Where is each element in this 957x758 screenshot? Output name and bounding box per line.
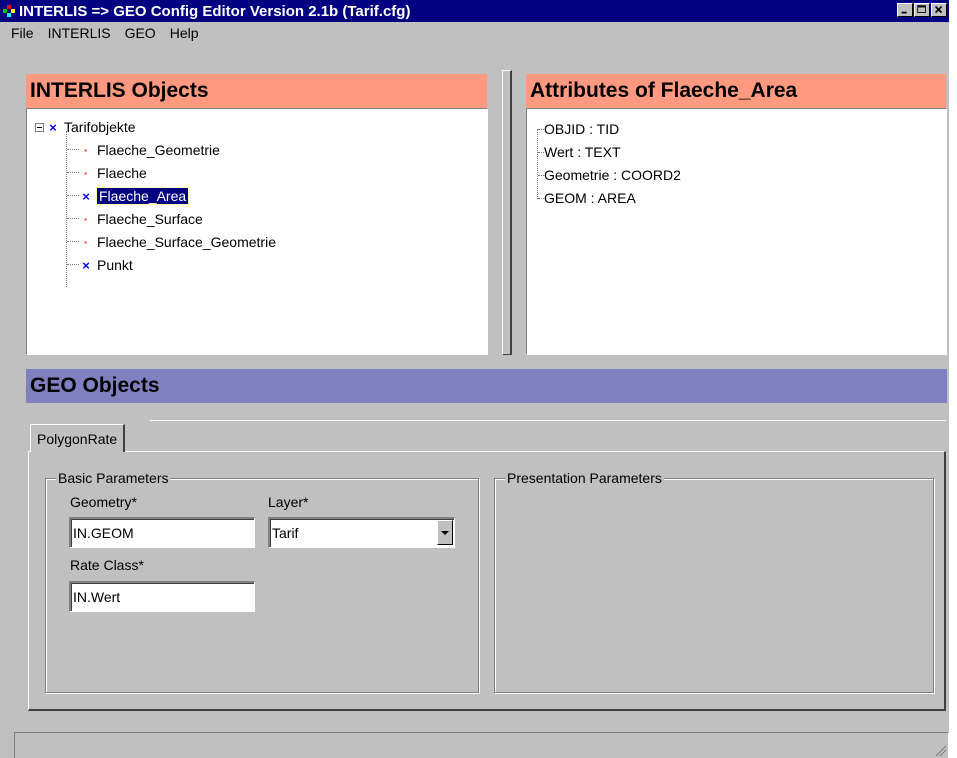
- attribute-item[interactable]: GEOM : AREA: [544, 188, 636, 208]
- attributes-list[interactable]: OBJID : TID Wert : TEXT Geometrie : COOR…: [526, 108, 947, 355]
- tree-node-label: Flaeche: [97, 165, 147, 181]
- tree-node-label: Punkt: [97, 257, 133, 273]
- object-x-icon: ×: [49, 119, 57, 135]
- app-icon: [3, 5, 17, 17]
- tab-panel: Basic Parameters Geometry* IN.GEOM Layer…: [28, 451, 946, 711]
- object-x-icon: ×: [82, 257, 90, 273]
- status-bar: [14, 732, 949, 758]
- tree-node-punkt[interactable]: × Punkt: [81, 255, 133, 275]
- window-controls: [896, 3, 947, 17]
- object-dot-icon: ·: [83, 211, 89, 227]
- geometry-label: Geometry*: [70, 494, 137, 510]
- window-title: INTERLIS => GEO Config Editor Version 2.…: [19, 2, 411, 20]
- tree-connector: [67, 264, 79, 265]
- geometry-field[interactable]: IN.GEOM: [69, 517, 255, 548]
- minimize-button[interactable]: [897, 3, 913, 17]
- interlis-objects-tree[interactable]: × Tarifobjekte · Flaeche_Geometrie · Fla…: [26, 108, 488, 355]
- object-x-icon: ×: [82, 188, 90, 204]
- maximize-icon: [917, 5, 926, 13]
- geo-objects-header: GEO Objects: [26, 369, 947, 403]
- interlis-objects-title: INTERLIS Objects: [30, 79, 209, 102]
- attributes-header: Attributes of Flaeche_Area: [526, 74, 946, 108]
- tree-connector: [537, 129, 538, 199]
- rate-class-field[interactable]: IN.Wert: [69, 581, 255, 612]
- attribute-item[interactable]: Geometrie : COORD2: [544, 165, 681, 185]
- chevron-down-icon[interactable]: [437, 520, 453, 545]
- tree-node-label: Flaeche_Geometrie: [97, 142, 220, 158]
- pane-splitter[interactable]: [502, 70, 512, 355]
- attribute-item[interactable]: Wert : TEXT: [544, 142, 621, 162]
- object-dot-icon: ·: [83, 165, 89, 181]
- tree-node-label: Flaeche_Surface_Geometrie: [97, 234, 276, 250]
- menu-help[interactable]: Help: [163, 25, 206, 41]
- close-button[interactable]: [931, 3, 947, 17]
- minimize-icon: [901, 11, 907, 14]
- tree-node-flaeche-geometrie[interactable]: · Flaeche_Geometrie: [81, 140, 220, 160]
- presentation-parameters-group: Presentation Parameters: [494, 470, 934, 693]
- close-icon: [934, 5, 943, 14]
- menu-bar: File INTERLIS GEO Help: [0, 22, 949, 44]
- presentation-parameters-legend: Presentation Parameters: [505, 470, 664, 486]
- tree-node-flaeche-area[interactable]: × Flaeche_Area: [81, 186, 190, 206]
- tree-connector: [67, 241, 79, 242]
- tab-polygonrate[interactable]: PolygonRate: [30, 424, 126, 452]
- tree-connector: [67, 195, 79, 196]
- basic-parameters-legend: Basic Parameters: [56, 470, 171, 486]
- collapse-icon[interactable]: [35, 122, 44, 132]
- geo-objects-title: GEO Objects: [30, 374, 160, 397]
- tree-node-label: Flaeche_Surface: [97, 211, 203, 227]
- app-window: INTERLIS => GEO Config Editor Version 2.…: [0, 0, 957, 758]
- tab-label: PolygonRate: [37, 430, 118, 447]
- object-dot-icon: ·: [83, 234, 89, 250]
- tree-connector: [67, 149, 79, 150]
- rate-class-label: Rate Class*: [70, 557, 144, 573]
- menu-file[interactable]: File: [4, 25, 41, 41]
- tab-strip-border: [150, 420, 946, 421]
- menu-geo[interactable]: GEO: [118, 25, 163, 41]
- attributes-title: Attributes of Flaeche_Area: [530, 79, 798, 102]
- maximize-button[interactable]: [914, 3, 930, 17]
- basic-parameters-group: Basic Parameters Geometry* IN.GEOM Layer…: [45, 470, 479, 693]
- title-bar[interactable]: INTERLIS => GEO Config Editor Version 2.…: [0, 0, 949, 22]
- layer-label: Layer*: [268, 494, 309, 510]
- layer-select[interactable]: Tarif: [268, 517, 455, 548]
- tree-connector: [67, 172, 79, 173]
- tree-node-flaeche-surface[interactable]: · Flaeche_Surface: [81, 209, 203, 229]
- attribute-item[interactable]: OBJID : TID: [544, 119, 619, 139]
- menu-interlis[interactable]: INTERLIS: [41, 25, 118, 41]
- tree-node-root[interactable]: × Tarifobjekte: [35, 117, 136, 137]
- tree-node-flaeche-surface-geometrie[interactable]: · Flaeche_Surface_Geometrie: [81, 232, 276, 252]
- resize-grip-icon[interactable]: [934, 744, 946, 756]
- tree-connector: [67, 218, 79, 219]
- interlis-objects-header: INTERLIS Objects: [26, 74, 487, 108]
- tree-node-label: Tarifobjekte: [64, 119, 136, 135]
- tree-node-label-selected: Flaeche_Area: [95, 187, 190, 205]
- geometry-value: IN.GEOM: [73, 525, 134, 541]
- object-dot-icon: ·: [83, 142, 89, 158]
- rate-class-value: IN.Wert: [73, 589, 121, 605]
- tree-node-flaeche[interactable]: · Flaeche: [81, 163, 147, 183]
- layer-value: Tarif: [272, 525, 299, 541]
